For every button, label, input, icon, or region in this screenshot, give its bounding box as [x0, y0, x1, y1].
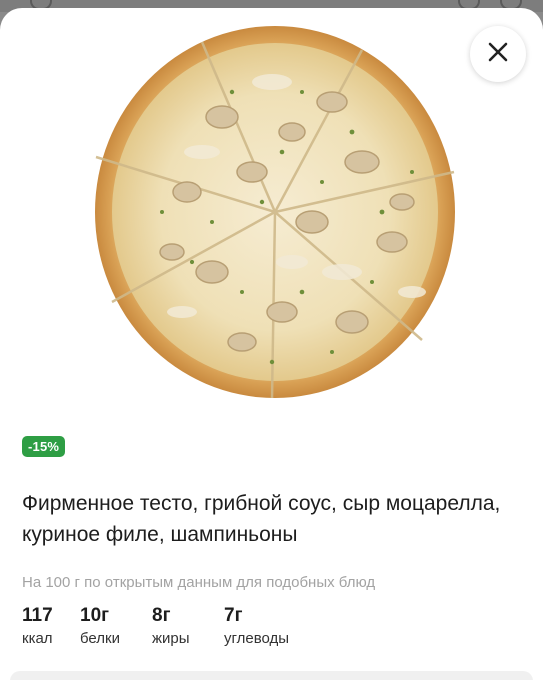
nutrient-label: углеводы: [224, 630, 290, 647]
pizza-image: [92, 22, 458, 402]
product-sheet: -15% Фирменное тесто, грибной соус, сыр …: [0, 8, 543, 680]
close-button[interactable]: [470, 26, 526, 82]
nutrition-facts: 117 ккал 10г белки 8г жиры 7г углеводы: [22, 604, 324, 647]
product-description: Фирменное тесто, грибной соус, сыр моцар…: [22, 492, 501, 546]
nutrient-label: белки: [80, 630, 120, 647]
nutrient-label: жиры: [152, 630, 190, 647]
nutrient-value: 10г: [80, 605, 110, 626]
nutrient-calories: 117 ккал: [22, 604, 80, 647]
close-icon: [487, 41, 509, 68]
nutrient-value: 7г: [224, 605, 243, 626]
nutrition-note: На 100 г по открытым данным для подобных…: [22, 574, 376, 591]
nutrient-carbs: 7г углеводы: [224, 604, 324, 647]
nutrient-label: ккал: [22, 630, 53, 647]
nutrient-value: 117: [22, 605, 53, 626]
nutrient-protein: 10г белки: [80, 604, 152, 647]
next-section-divider: [10, 671, 533, 680]
discount-badge: -15%: [22, 436, 66, 457]
nutrient-fat: 8г жиры: [152, 604, 224, 647]
nutrient-value: 8г: [152, 605, 171, 626]
